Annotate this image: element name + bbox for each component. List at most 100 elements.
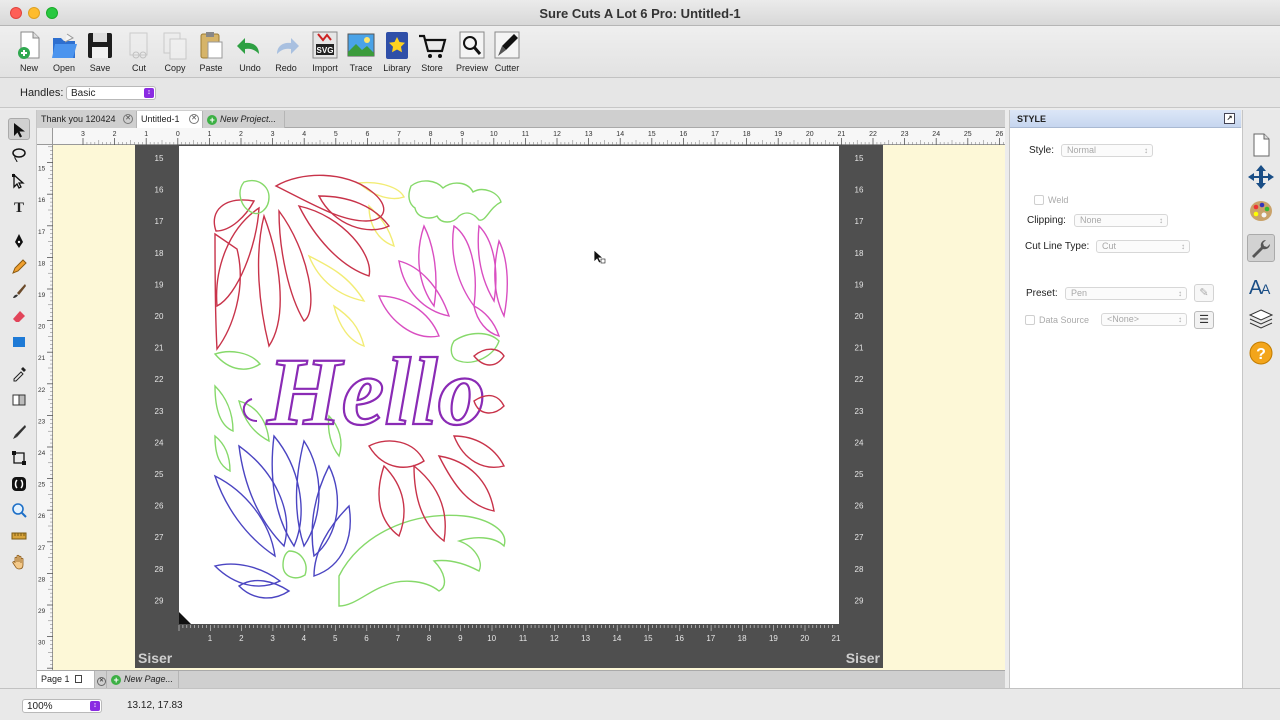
ruler-label: 29 bbox=[38, 608, 46, 615]
pen-tool[interactable] bbox=[8, 230, 30, 252]
weld-checkbox[interactable] bbox=[1034, 195, 1044, 205]
panel-float-icon[interactable]: ↗ bbox=[1224, 113, 1235, 124]
ruler-label: 7 bbox=[397, 131, 401, 138]
eraser-tool[interactable] bbox=[8, 305, 30, 327]
mat-side-number: 18 bbox=[855, 249, 864, 258]
eyedropper-tool[interactable] bbox=[8, 363, 30, 385]
node-edit-tool[interactable] bbox=[8, 170, 30, 192]
cut-line-type-select[interactable]: Cut bbox=[1096, 240, 1190, 253]
tab-label: New Project... bbox=[220, 114, 277, 124]
data-source-checkbox[interactable] bbox=[1025, 315, 1035, 325]
handles-select[interactable]: Basic ↕ bbox=[66, 86, 156, 100]
cut-button[interactable]: Cut bbox=[121, 28, 157, 76]
clipping-select[interactable]: None bbox=[1074, 214, 1168, 227]
tab-page-1[interactable]: Page 1 bbox=[37, 671, 95, 688]
library-button[interactable]: Library bbox=[379, 28, 415, 76]
ruler-icon bbox=[11, 532, 27, 540]
import-button[interactable]: SVG Import bbox=[307, 28, 343, 76]
measure-tool[interactable] bbox=[8, 525, 30, 547]
style-panel-header: STYLE ↗ bbox=[1010, 110, 1241, 128]
document-panel-button[interactable] bbox=[1247, 132, 1275, 160]
paste-button[interactable]: Paste bbox=[193, 28, 229, 76]
weld-tool[interactable] bbox=[8, 473, 30, 495]
mat-side-number: 25 bbox=[155, 470, 164, 479]
undo-button[interactable]: Undo bbox=[232, 28, 268, 76]
mat-side-number: 17 bbox=[855, 217, 864, 226]
mat-side-number: 17 bbox=[155, 217, 164, 226]
style-panel-button[interactable] bbox=[1247, 234, 1275, 262]
edit-preset-button[interactable]: ✎ bbox=[1194, 284, 1214, 302]
mat-side-number: 21 bbox=[855, 344, 864, 353]
mat-side-number: 21 bbox=[155, 344, 164, 353]
redo-icon bbox=[277, 38, 299, 54]
zoom-tool[interactable] bbox=[8, 499, 30, 521]
copy-button[interactable]: Copy bbox=[157, 28, 193, 76]
mat-side-number: 20 bbox=[155, 312, 164, 321]
move-panel-button[interactable] bbox=[1247, 164, 1275, 192]
yellow-leaf-shapes[interactable] bbox=[307, 181, 405, 348]
pencil-tool[interactable] bbox=[8, 256, 30, 278]
canvas-area[interactable]: 3 2 1 0 1 2 3 4 5 6 7 8 9 10 11 12 13 14 15 16 17 18 19 20 21 22 2… bbox=[37, 128, 1005, 670]
select-tool[interactable] bbox=[8, 118, 30, 140]
mat-side-number: 26 bbox=[855, 502, 864, 511]
layers-panel-button[interactable] bbox=[1247, 306, 1275, 334]
preview-button[interactable]: Preview bbox=[454, 28, 490, 76]
tab-new-project[interactable]: + New Project... bbox=[203, 111, 285, 128]
help-panel-button[interactable]: ? bbox=[1247, 340, 1275, 368]
color-panel-button[interactable] bbox=[1247, 198, 1275, 226]
gradient-tool[interactable] bbox=[8, 389, 30, 411]
mat-bottom-number: 11 bbox=[519, 634, 528, 643]
tab-thank-you[interactable]: Thank you 120424 ✕ bbox=[37, 111, 137, 128]
red-flower-top-left[interactable] bbox=[213, 174, 391, 351]
undo-label: Undo bbox=[239, 63, 261, 73]
cutter-button[interactable]: Cutter bbox=[489, 28, 525, 76]
close-page-button[interactable]: ✕ bbox=[95, 671, 107, 688]
brush-tool[interactable] bbox=[8, 280, 30, 302]
tab-new-page[interactable]: + New Page... bbox=[107, 671, 179, 688]
transform-tool[interactable] bbox=[8, 447, 30, 469]
hand-tool[interactable] bbox=[8, 551, 30, 573]
tab-untitled-1[interactable]: Untitled-1 ✕ bbox=[137, 111, 203, 128]
import-label: Import bbox=[312, 63, 338, 73]
knife-tool[interactable] bbox=[8, 421, 30, 443]
save-button[interactable]: Save bbox=[82, 28, 118, 76]
text-tool[interactable]: T bbox=[8, 196, 30, 218]
preset-select[interactable]: Pen bbox=[1065, 287, 1187, 300]
zoom-select[interactable]: 100% ↕ bbox=[22, 699, 102, 713]
trace-button[interactable]: Trace bbox=[343, 28, 379, 76]
new-button[interactable]: New bbox=[11, 28, 47, 76]
ruler-label: 26 bbox=[38, 513, 46, 520]
eraser-icon bbox=[13, 311, 25, 322]
open-label: Open bbox=[52, 63, 76, 73]
document-tabs: Thank you 120424 ✕ Untitled-1 ✕ + New Pro… bbox=[37, 110, 1005, 128]
ruler-label: 1 bbox=[207, 131, 211, 138]
mat-bottom-number: 18 bbox=[738, 634, 747, 643]
new-page-label: New Page... bbox=[124, 674, 174, 684]
text-panel-button[interactable]: AA bbox=[1247, 272, 1275, 300]
data-source-list-button[interactable]: ☰ bbox=[1194, 311, 1214, 329]
store-button[interactable]: Store bbox=[414, 28, 450, 76]
rectangle-icon bbox=[13, 337, 25, 347]
close-tab-icon[interactable]: ✕ bbox=[189, 114, 199, 124]
pink-flower-right[interactable] bbox=[377, 224, 508, 338]
close-tab-icon[interactable]: ✕ bbox=[123, 114, 133, 124]
ruler-corner bbox=[37, 128, 53, 145]
mat-bottom-number: 3 bbox=[270, 634, 275, 643]
mat-side-number: 28 bbox=[155, 565, 164, 574]
blue-flower-bottom-left[interactable] bbox=[213, 434, 351, 599]
undo-icon bbox=[237, 38, 259, 54]
redo-button[interactable]: Redo bbox=[268, 28, 304, 76]
lasso-tool[interactable] bbox=[8, 144, 30, 166]
vertical-ruler-ticks: 141516171819202122232425262728293031 bbox=[38, 130, 53, 669]
design-page[interactable]: Hello bbox=[179, 146, 839, 624]
document-icon bbox=[1253, 133, 1270, 157]
style-select[interactable]: Normal bbox=[1061, 144, 1153, 157]
ruler-label: 20 bbox=[38, 324, 46, 331]
hello-text-shape[interactable]: Hello bbox=[242, 337, 487, 446]
shape-tool[interactable] bbox=[8, 331, 30, 353]
ruler-label: 23 bbox=[901, 131, 909, 138]
mat-side-number: 27 bbox=[855, 533, 864, 542]
open-button[interactable]: Open bbox=[46, 28, 82, 76]
data-source-select[interactable]: <None> bbox=[1101, 313, 1187, 326]
design-artwork[interactable]: Hello bbox=[179, 146, 839, 624]
